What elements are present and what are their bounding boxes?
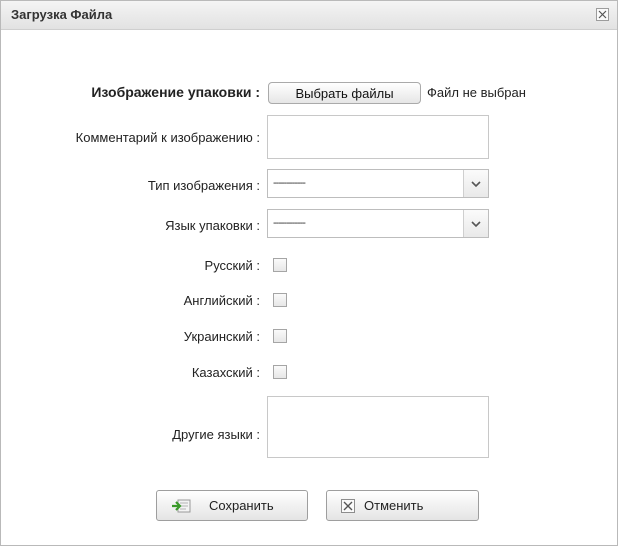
language-ukrainian-label: Украинский :	[183, 329, 260, 344]
package-language-value: ------------	[273, 217, 306, 229]
other-languages-label: Другие языки :	[172, 427, 260, 442]
cancel-button[interactable]: Отменить	[326, 490, 479, 521]
choose-files-button[interactable]: Выбрать файлы	[268, 82, 421, 104]
upload-dialog: Загрузка Файла Изображение упаковки : Вы…	[0, 0, 618, 546]
image-type-label: Тип изображения :	[147, 178, 260, 193]
save-label: Сохранить	[209, 498, 274, 513]
package-image-label: Изображение упаковки :	[91, 84, 260, 100]
dialog-title: Загрузка Файла	[11, 7, 113, 22]
package-language-label: Язык упаковки :	[165, 218, 260, 233]
close-icon[interactable]	[596, 8, 609, 21]
language-kazakh-label: Казахский :	[191, 365, 260, 380]
cancel-x-icon	[341, 499, 355, 516]
cancel-label: Отменить	[364, 498, 424, 513]
language-english-label: Английский :	[183, 293, 260, 308]
other-languages-field[interactable]	[267, 396, 489, 458]
save-button[interactable]: Сохранить	[156, 490, 308, 521]
language-russian-label: Русский :	[204, 258, 260, 273]
language-english-checkbox[interactable]	[273, 293, 287, 307]
file-status-text: Файл не выбран	[427, 85, 526, 100]
language-kazakh-checkbox[interactable]	[273, 365, 287, 379]
image-type-value: ------------	[273, 177, 306, 189]
image-comment-label: Комментарий к изображению :	[75, 130, 260, 145]
image-comment-field[interactable]	[267, 115, 489, 159]
image-type-select[interactable]: ------------	[267, 169, 489, 198]
package-language-select[interactable]: ------------	[267, 209, 489, 238]
dialog-titlebar: Загрузка Файла	[1, 1, 617, 30]
chevron-down-icon[interactable]	[463, 170, 488, 197]
save-arrow-icon	[171, 498, 191, 517]
language-russian-checkbox[interactable]	[273, 258, 287, 272]
language-ukrainian-checkbox[interactable]	[273, 329, 287, 343]
chevron-down-icon[interactable]	[463, 210, 488, 237]
